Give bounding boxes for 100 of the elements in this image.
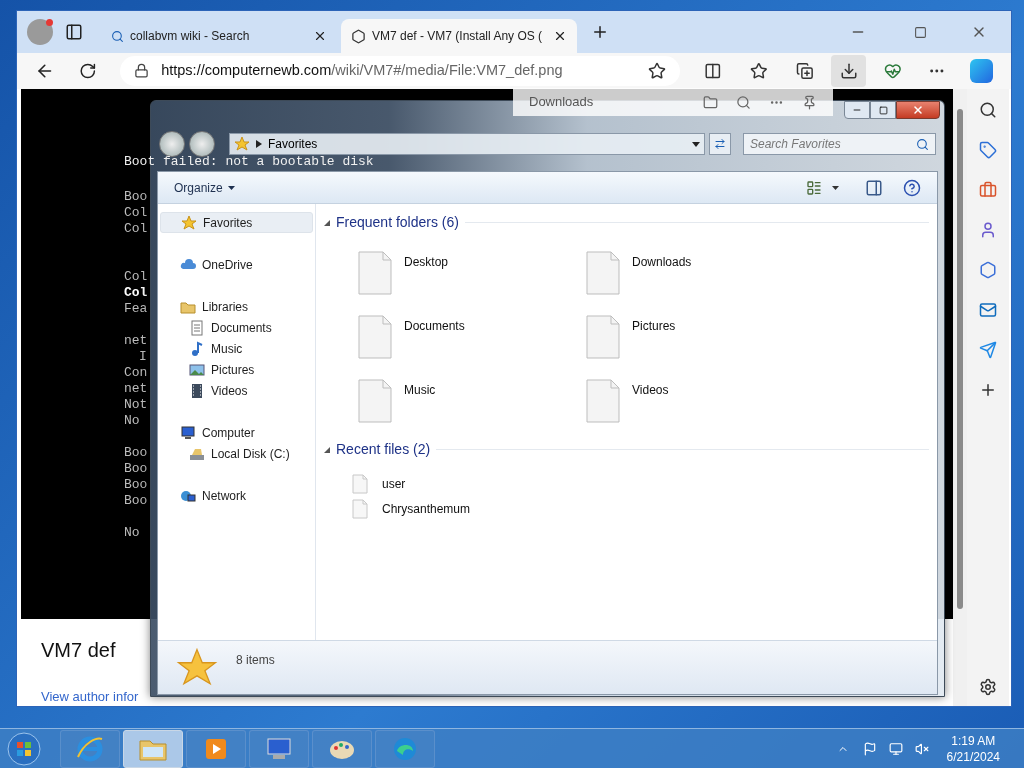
file-icon <box>358 379 392 423</box>
group-header[interactable]: Recent files (2) <box>336 439 431 460</box>
back-button[interactable] <box>159 131 185 157</box>
taskbar-button[interactable] <box>312 729 372 768</box>
star-icon[interactable] <box>749 61 768 80</box>
folder-icon[interactable] <box>703 94 718 110</box>
folder-tile[interactable]: Downloads <box>586 251 814 295</box>
new-tab-icon[interactable] <box>591 23 609 41</box>
scrollbar[interactable] <box>953 88 967 706</box>
minimize-button[interactable] <box>844 101 870 119</box>
download-icon <box>839 61 858 80</box>
console-line: net <box>124 332 148 349</box>
file-item[interactable]: user <box>352 474 406 494</box>
address-text: Favorites <box>268 136 319 153</box>
console-line: Boo <box>124 444 148 461</box>
address-bar[interactable]: https://computernewb.com/wiki/VM7#/media/File:VM7_def.png <box>120 55 681 86</box>
tab-actions-icon[interactable] <box>65 23 83 41</box>
close-icon[interactable] <box>313 29 327 43</box>
search-icon[interactable] <box>736 94 751 110</box>
maximize-icon[interactable] <box>914 25 927 39</box>
nav-item[interactable]: Favorites <box>160 212 313 233</box>
console-line: net <box>124 380 148 397</box>
maximize-button[interactable] <box>870 101 896 119</box>
flyout-title: Downloads <box>529 93 595 112</box>
breadcrumb-arrow-icon[interactable] <box>256 140 262 148</box>
author-link[interactable]: View author infor <box>41 686 139 706</box>
group-header[interactable]: Frequent folders (6) <box>336 212 459 233</box>
collapse-triangle-icon[interactable] <box>324 446 330 453</box>
browser-tab[interactable]: VM7 def - VM7 (Install Any OS ( <box>341 19 577 53</box>
nav-item[interactable]: Computer <box>160 422 313 443</box>
taskbar-button[interactable] <box>249 729 309 768</box>
console-line: Not <box>124 396 148 413</box>
person-icon[interactable] <box>979 220 997 239</box>
folder-tile[interactable]: Documents <box>358 315 586 359</box>
nav-item[interactable]: Network <box>160 485 313 506</box>
profile-avatar[interactable] <box>27 19 53 45</box>
copilot-icon[interactable] <box>969 58 993 83</box>
hexagon-icon[interactable] <box>979 260 997 279</box>
nav-item[interactable]: OneDrive <box>160 254 313 275</box>
dropdown-arrow-icon[interactable] <box>692 141 700 147</box>
caret-icon[interactable] <box>832 185 839 190</box>
item-count: 8 items <box>236 651 275 669</box>
close-button[interactable] <box>896 101 940 119</box>
nav-item[interactable]: Libraries <box>160 296 313 317</box>
computer-icon <box>180 424 196 441</box>
caret-icon <box>227 185 235 190</box>
preview-pane-icon[interactable] <box>865 178 883 197</box>
folder-tile[interactable]: Pictures <box>586 315 814 359</box>
console-line: Boo <box>124 188 148 205</box>
console-line: Col <box>124 284 148 301</box>
address-field[interactable]: Favorites <box>229 133 705 155</box>
view-icon[interactable] <box>806 179 822 196</box>
star-icon <box>234 136 250 152</box>
collections-icon[interactable] <box>795 61 814 80</box>
taskbar-button[interactable] <box>123 729 183 768</box>
folder-tile[interactable]: Desktop <box>358 251 586 295</box>
console-line: Col <box>124 204 148 221</box>
help-icon[interactable] <box>903 178 921 197</box>
search-icon <box>916 137 929 151</box>
heart-icon[interactable] <box>884 61 902 80</box>
nav-item[interactable]: Documents <box>169 317 313 338</box>
network-icon[interactable] <box>888 741 903 756</box>
console-line: I <box>139 348 147 365</box>
send-icon[interactable] <box>979 340 997 359</box>
search-icon[interactable] <box>979 100 997 119</box>
briefcase-icon[interactable] <box>979 180 997 199</box>
close-icon[interactable] <box>553 29 567 43</box>
forward-button[interactable] <box>189 131 215 157</box>
console-line: No <box>124 524 140 541</box>
mail-icon[interactable] <box>979 300 997 319</box>
start-orb[interactable] <box>4 729 44 768</box>
console-line: No <box>124 412 140 429</box>
split-screen-icon[interactable] <box>704 61 722 80</box>
nav-item[interactable]: Pictures <box>169 359 313 380</box>
organize-button[interactable]: Organize <box>174 178 235 197</box>
search-field[interactable]: Search Favorites <box>743 133 936 155</box>
downloads-button[interactable] <box>831 54 867 87</box>
console-line: Col <box>124 220 148 237</box>
folder-tile[interactable]: Music <box>358 379 586 423</box>
pin-icon[interactable] <box>802 94 817 110</box>
nav-item[interactable]: Videos <box>169 380 313 401</box>
folder-tile[interactable]: Videos <box>586 379 814 423</box>
browser-tab[interactable]: collabvm wiki - Search <box>101 19 337 53</box>
refresh-button[interactable] <box>709 133 731 155</box>
refresh-icon[interactable] <box>78 61 97 80</box>
star-icon <box>181 214 197 231</box>
collapse-triangle-icon[interactable] <box>324 219 330 226</box>
nav-item[interactable]: Music <box>169 338 313 359</box>
flag-icon[interactable] <box>862 741 877 756</box>
star-icon[interactable] <box>648 61 667 80</box>
clock[interactable]: 1:19 AM 6/21/2024 <box>946 732 1000 765</box>
file-item[interactable]: Chrysanthemum <box>352 499 471 519</box>
file-icon <box>586 251 620 295</box>
tag-icon[interactable] <box>979 140 997 159</box>
hexagon-icon <box>351 28 366 44</box>
settings-icon[interactable] <box>979 678 997 696</box>
image-icon <box>189 361 205 378</box>
file-icon <box>352 499 368 519</box>
volume-muted-icon[interactable] <box>914 741 929 756</box>
nav-item[interactable]: Local Disk (C:) <box>169 443 313 464</box>
